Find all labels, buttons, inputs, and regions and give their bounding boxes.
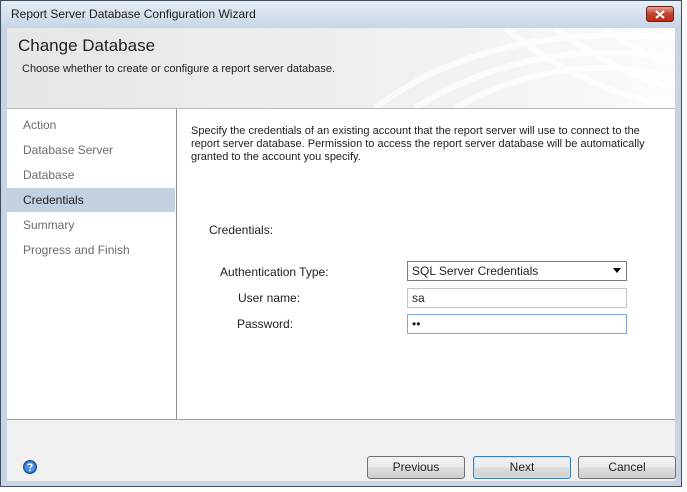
wizard-banner: Change Database Choose whether to create… bbox=[7, 28, 675, 109]
auth-type-value: SQL Server Credentials bbox=[412, 264, 539, 278]
username-label: User name: bbox=[238, 291, 301, 305]
previous-button[interactable]: Previous bbox=[367, 456, 465, 479]
step-progress-and-finish[interactable]: Progress and Finish bbox=[7, 238, 175, 262]
step-action[interactable]: Action bbox=[7, 113, 175, 137]
step-credentials[interactable]: Credentials bbox=[7, 188, 175, 212]
wizard-client: Change Database Choose whether to create… bbox=[7, 28, 676, 481]
next-button[interactable]: Next bbox=[473, 456, 571, 479]
password-label: Password: bbox=[237, 317, 294, 331]
step-database[interactable]: Database bbox=[7, 163, 175, 187]
wizard-footer: Previous Next Cancel bbox=[7, 419, 676, 481]
wizard-steps-nav: Action Database Server Database Credenti… bbox=[7, 109, 177, 419]
credentials-panel: Specify the credentials of an existing a… bbox=[177, 109, 675, 419]
cancel-button[interactable]: Cancel bbox=[578, 456, 676, 479]
username-input[interactable]: sa bbox=[407, 288, 627, 308]
window-title: Report Server Database Configuration Wiz… bbox=[11, 7, 256, 21]
page-title: Change Database bbox=[18, 36, 156, 55]
step-summary[interactable]: Summary bbox=[7, 213, 175, 237]
auth-type-select[interactable]: SQL Server Credentials bbox=[407, 261, 627, 281]
title-bar[interactable]: Report Server Database Configuration Wiz… bbox=[1, 1, 681, 28]
credentials-section-label: Credentials: bbox=[209, 223, 274, 237]
help-icon[interactable] bbox=[23, 460, 37, 474]
close-button[interactable] bbox=[646, 6, 674, 22]
close-icon bbox=[655, 9, 665, 19]
wizard-window: Report Server Database Configuration Wiz… bbox=[0, 0, 682, 487]
credentials-description: Specify the credentials of an existing a… bbox=[191, 125, 645, 163]
step-database-server[interactable]: Database Server bbox=[7, 138, 175, 162]
chevron-down-icon[interactable] bbox=[613, 268, 621, 273]
password-input[interactable]: •• bbox=[407, 314, 627, 334]
auth-type-label: Authentication Type: bbox=[220, 265, 329, 279]
page-subtitle: Choose whether to create or configure a … bbox=[22, 63, 336, 75]
